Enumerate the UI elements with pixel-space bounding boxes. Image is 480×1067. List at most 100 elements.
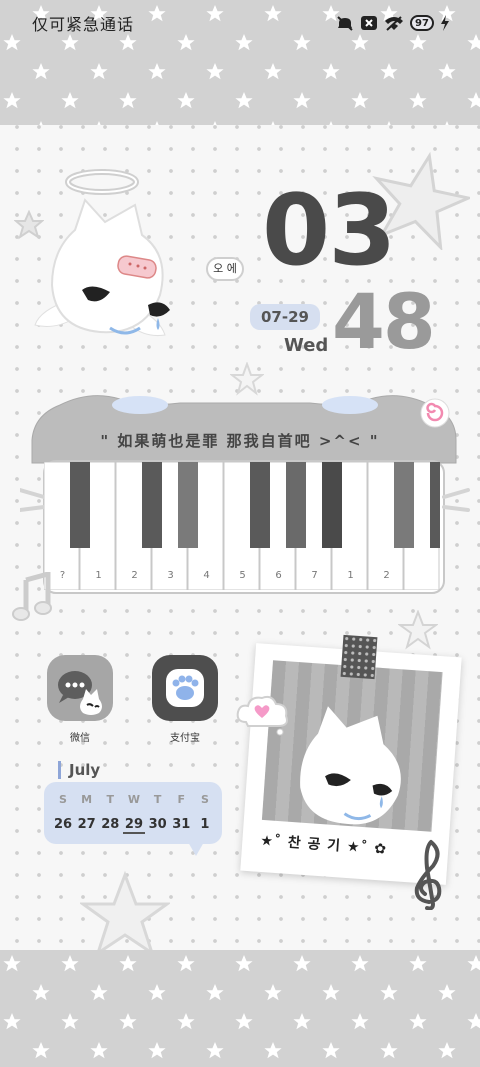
star-shape [235, 955, 253, 972]
piano-black-key[interactable] [178, 462, 198, 548]
star-shape [90, 121, 108, 125]
star-shape [438, 63, 456, 80]
heart-cloud-icon [236, 695, 288, 736]
star-shape [148, 984, 166, 1001]
star-shape [3, 92, 21, 109]
piano-black-key[interactable] [286, 462, 306, 548]
star-shape [32, 1042, 50, 1059]
star-shape [322, 1042, 340, 1059]
carrier-text: 仅可紧急通话 [32, 15, 135, 34]
calendar-bubble-tail [188, 842, 204, 856]
clock-hour[interactable]: 03 [262, 182, 422, 280]
calendar-month: July [58, 761, 100, 779]
star-shape [380, 121, 398, 125]
star-shape [322, 984, 340, 1001]
wifi-icon [385, 16, 403, 31]
calendar-date: 1 [200, 817, 210, 832]
star-shape [177, 955, 195, 972]
weekday-header: T [106, 793, 115, 806]
weekday-header: S [59, 793, 67, 806]
piano-black-key[interactable] [394, 462, 414, 548]
app-wechat[interactable]: 微信 [45, 655, 115, 744]
star-shape [409, 92, 427, 109]
piano-black-key[interactable] [142, 462, 162, 548]
calendar-widget[interactable] [44, 782, 222, 844]
weekday-header: F [177, 793, 186, 806]
battery-icon: 97 [410, 15, 434, 31]
charging-icon [441, 15, 449, 31]
calendar-dates: 26 27 28 29 30 31 1 [52, 817, 216, 834]
star-shape [90, 63, 108, 80]
app-label-wechat: 微信 [70, 733, 90, 744]
piano-key-label: 2 [131, 570, 138, 581]
star-shape [438, 1042, 456, 1059]
star-shape [148, 1042, 166, 1059]
star-shape [61, 92, 79, 109]
star-shape [235, 1013, 253, 1030]
washi-tape [340, 634, 378, 680]
calendar-date-today: 29 [122, 817, 145, 834]
star-shape [438, 984, 456, 1001]
clock-minute[interactable]: 48 [332, 284, 452, 360]
star-shape [293, 1013, 311, 1030]
star-shape [90, 984, 108, 1001]
star-shape [264, 1042, 282, 1059]
weekday-header: M [81, 793, 93, 806]
star-shape [322, 121, 340, 125]
star-shape [3, 955, 21, 972]
calendar-date: 28 [101, 817, 120, 832]
bottom-star-band [0, 950, 480, 1067]
star-shape [380, 984, 398, 1001]
piano-lyric: " 如果萌也是罪 那我自首吧 >^< " [100, 432, 380, 450]
weekday-header: T [153, 793, 162, 806]
status-bar: 仅可紧急通话 97 [0, 0, 480, 46]
app-alipay[interactable]: 支付宝 [150, 655, 220, 744]
star-shape [467, 955, 480, 972]
date-label: 07-29 [250, 304, 320, 330]
piano-key-label: 2 [383, 570, 390, 581]
small-star-decoration [398, 610, 438, 650]
no-sim-icon [361, 16, 377, 30]
star-shape [409, 955, 427, 972]
star-shape [293, 955, 311, 972]
star-shape [438, 121, 456, 125]
star-shape [380, 1042, 398, 1059]
weekday-label: Wed [284, 335, 329, 356]
piano-key-label: 6 [275, 570, 282, 581]
calendar-date: 27 [77, 817, 96, 832]
calendar-date: 26 [53, 817, 73, 832]
star-shape [148, 121, 166, 125]
piano-black-key[interactable] [70, 462, 90, 548]
piano-key-label: 5 [239, 570, 246, 581]
star-shape [119, 92, 137, 109]
piano-black-key[interactable] [250, 462, 270, 548]
star-shape [206, 63, 224, 80]
star-shape [293, 92, 311, 109]
music-note-icon [12, 572, 52, 621]
star-shape [264, 984, 282, 1001]
star-shape [3, 1013, 21, 1030]
star-shape [148, 63, 166, 80]
mute-icon [337, 16, 353, 31]
status-icons: 97 [336, 15, 450, 31]
piano-key-label: 7 [311, 570, 318, 581]
star-shape [264, 121, 282, 125]
star-shape [177, 92, 195, 109]
star-shape [351, 955, 369, 972]
piano-black-key[interactable] [430, 462, 440, 548]
piano-black-key[interactable] [322, 462, 342, 548]
piano-key-label: 4 [203, 570, 210, 581]
calendar-date: 30 [148, 817, 167, 832]
treble-clef-icon [414, 840, 442, 910]
sad-cat-image [300, 706, 401, 825]
weekday-header: W [127, 793, 141, 806]
star-shape [380, 63, 398, 80]
star-shape [206, 984, 224, 1001]
star-shape [206, 121, 224, 125]
star-shape [32, 121, 50, 125]
calendar-weekdays: S M T W T F S [52, 793, 216, 806]
star-shape [32, 984, 50, 1001]
star-shape [119, 1013, 137, 1030]
star-shape [61, 1013, 79, 1030]
app-label-alipay: 支付宝 [170, 733, 200, 744]
